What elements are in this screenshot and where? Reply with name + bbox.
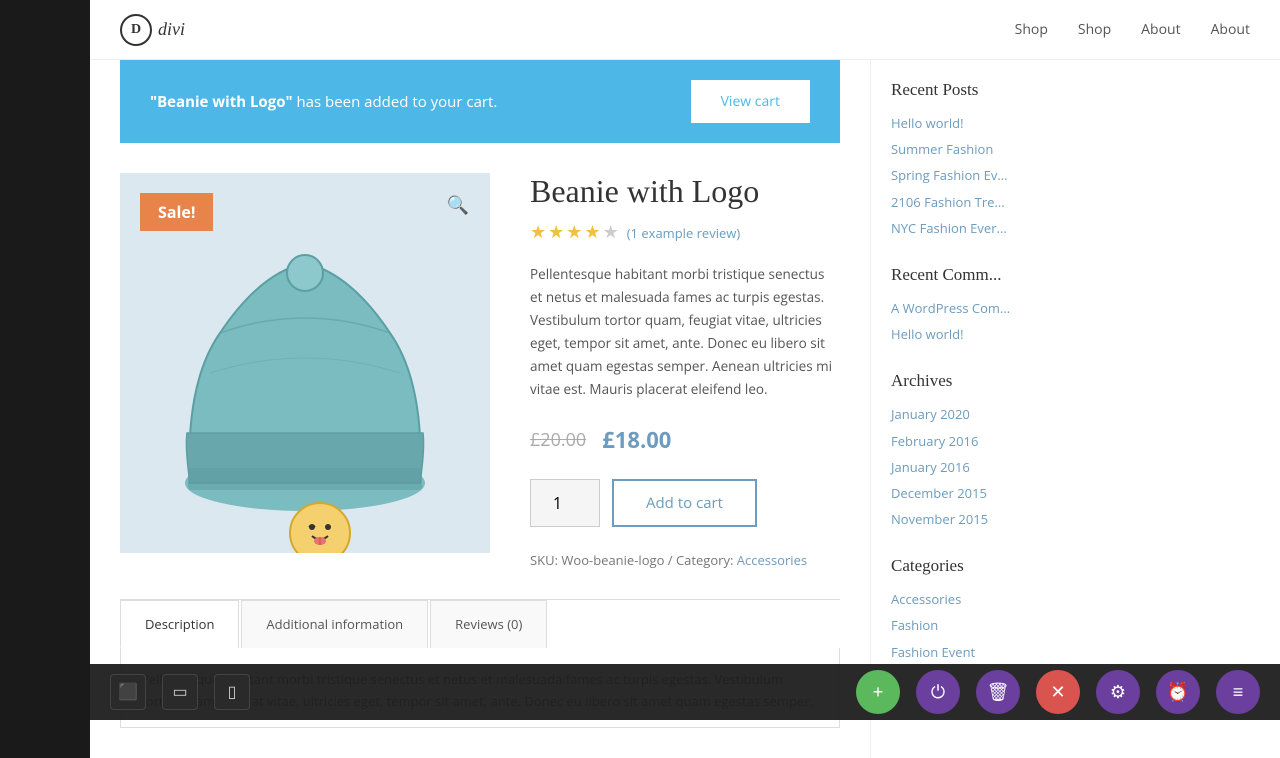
original-price: £20.00 bbox=[530, 428, 586, 452]
tab-additional-info[interactable]: Additional information bbox=[241, 600, 428, 648]
sidebar-post-5[interactable]: NYC Fashion Ever... bbox=[891, 219, 1050, 237]
bars-button[interactable]: ≡ bbox=[1216, 670, 1260, 714]
add-icon: + bbox=[873, 682, 884, 703]
site-nav: Shop Shop About About bbox=[1015, 20, 1250, 39]
logo-icon: D bbox=[120, 14, 152, 46]
star-rating: ★ ★ ★ ★ ★ bbox=[530, 222, 619, 243]
product-title: Beanie with Logo bbox=[530, 173, 840, 210]
close-icon: ✕ bbox=[1050, 682, 1065, 703]
gear-icon: ⚙ bbox=[1110, 682, 1126, 703]
sidebar-post-4[interactable]: 2106 Fashion Tre... bbox=[891, 193, 1050, 211]
product-rating: ★ ★ ★ ★ ★ (1 example review) bbox=[530, 222, 840, 243]
quantity-input[interactable] bbox=[530, 479, 600, 527]
power-icon: ⏻ bbox=[931, 682, 945, 703]
sidebar-comment-2[interactable]: Hello world! bbox=[891, 325, 1050, 343]
nav-about-1[interactable]: About bbox=[1141, 20, 1180, 39]
star-4: ★ bbox=[584, 222, 600, 243]
nav-about-2[interactable]: About bbox=[1211, 20, 1250, 39]
nav-shop-2[interactable]: Shop bbox=[1078, 20, 1111, 39]
archive-dec-2015[interactable]: December 2015 bbox=[891, 484, 1050, 502]
tab-description[interactable]: Description bbox=[120, 600, 239, 648]
logo-text: divi bbox=[158, 19, 185, 40]
product-details: Beanie with Logo ★ ★ ★ ★ ★ (1 example re… bbox=[530, 173, 840, 569]
close-button[interactable]: ✕ bbox=[1036, 670, 1080, 714]
sale-badge: Sale! bbox=[140, 193, 213, 231]
nav-shop-1[interactable]: Shop bbox=[1015, 20, 1048, 39]
view-cart-button[interactable]: View cart bbox=[691, 80, 810, 123]
sku-label: SKU: bbox=[530, 551, 558, 569]
sidebar-post-2[interactable]: Summer Fashion bbox=[891, 140, 1050, 158]
sidebar-recent-comments: Recent Comm... A WordPress Com... Hello … bbox=[891, 265, 1050, 343]
trash-button[interactable]: 🗑 bbox=[976, 670, 1020, 714]
content-area: "Beanie with Logo" has been added to you… bbox=[90, 60, 870, 758]
archives-title: Archives bbox=[891, 371, 1050, 391]
category-label: Category: bbox=[676, 551, 733, 569]
tablet-icon-button[interactable]: ▭ bbox=[162, 674, 198, 710]
product-section: Sale! 🔍 bbox=[120, 173, 840, 569]
zoom-icon[interactable]: 🔍 bbox=[442, 189, 474, 221]
cart-notification-text: "Beanie with Logo" has been added to you… bbox=[150, 92, 497, 112]
category-fashion-event[interactable]: Fashion Event bbox=[891, 643, 1050, 661]
power-button[interactable]: ⏻ bbox=[916, 670, 960, 714]
category-accessories[interactable]: Accessories bbox=[891, 590, 1050, 608]
category-fashion[interactable]: Fashion bbox=[891, 616, 1050, 634]
settings-button[interactable]: ⚙ bbox=[1096, 670, 1140, 714]
tab-header: Description Additional information Revie… bbox=[120, 600, 840, 648]
add-to-cart-row: Add to cart bbox=[530, 479, 840, 527]
product-meta: SKU: Woo-beanie-logo / Category: Accesso… bbox=[530, 551, 840, 569]
desktop-icon-button[interactable]: ⬛ bbox=[110, 674, 146, 710]
sidebar-post-1[interactable]: Hello world! bbox=[891, 114, 1050, 132]
categories-title: Categories bbox=[891, 556, 1050, 576]
star-1: ★ bbox=[530, 222, 546, 243]
add-to-cart-button[interactable]: Add to cart bbox=[612, 479, 757, 527]
mobile-icon: ▯ bbox=[228, 682, 237, 702]
add-button[interactable]: + bbox=[856, 670, 900, 714]
page-wrapper: D divi Shop Shop About About "Beanie wit… bbox=[90, 0, 1280, 758]
star-5: ★ bbox=[603, 222, 619, 243]
bottom-toolbar: ⬛ ▭ ▯ + ⏻ 🗑 ✕ ⚙ ⏰ ≡ bbox=[90, 664, 1280, 720]
category-link[interactable]: Accessories bbox=[737, 551, 807, 569]
archive-feb-2016[interactable]: February 2016 bbox=[891, 432, 1050, 450]
clock-icon: ⏰ bbox=[1167, 682, 1189, 703]
sidebar-comment-1[interactable]: A WordPress Com... bbox=[891, 299, 1050, 317]
archive-jan-2020[interactable]: January 2020 bbox=[891, 405, 1050, 423]
main-layout: "Beanie with Logo" has been added to you… bbox=[90, 60, 1280, 758]
trash-icon: 🗑 bbox=[987, 682, 1010, 703]
tablet-icon: ▭ bbox=[172, 682, 187, 702]
product-description: Pellentesque habitant morbi tristique se… bbox=[530, 263, 840, 401]
desktop-icon: ⬛ bbox=[118, 682, 138, 702]
star-3: ★ bbox=[566, 222, 582, 243]
sidebar-recent-posts: Recent Posts Hello world! Summer Fashion… bbox=[891, 80, 1050, 237]
sidebar-categories: Categories Accessories Fashion Fashion E… bbox=[891, 556, 1050, 661]
time-button[interactable]: ⏰ bbox=[1156, 670, 1200, 714]
sidebar: Recent Posts Hello world! Summer Fashion… bbox=[870, 60, 1070, 758]
sidebar-post-3[interactable]: Spring Fashion Ev... bbox=[891, 166, 1050, 184]
sidebar-archives: Archives January 2020 February 2016 Janu… bbox=[891, 371, 1050, 528]
archive-nov-2015[interactable]: November 2015 bbox=[891, 510, 1050, 528]
cart-notification: "Beanie with Logo" has been added to you… bbox=[120, 60, 840, 143]
sale-price: £18.00 bbox=[602, 425, 671, 455]
rating-link[interactable]: (1 example review) bbox=[627, 224, 741, 242]
mobile-icon-button[interactable]: ▯ bbox=[214, 674, 250, 710]
sku-value: Woo-beanie-logo bbox=[561, 551, 664, 569]
site-header: D divi Shop Shop About About bbox=[90, 0, 1280, 60]
product-price: £20.00 £18.00 bbox=[530, 425, 840, 455]
recent-comments-title: Recent Comm... bbox=[891, 265, 1050, 285]
site-logo: D divi bbox=[120, 14, 185, 46]
star-2: ★ bbox=[548, 222, 564, 243]
tab-reviews[interactable]: Reviews (0) bbox=[430, 600, 547, 648]
product-image: Sale! 🔍 bbox=[120, 173, 490, 553]
archive-jan-2016[interactable]: January 2016 bbox=[891, 458, 1050, 476]
recent-posts-title: Recent Posts bbox=[891, 80, 1050, 100]
bars-icon: ≡ bbox=[1233, 682, 1244, 703]
